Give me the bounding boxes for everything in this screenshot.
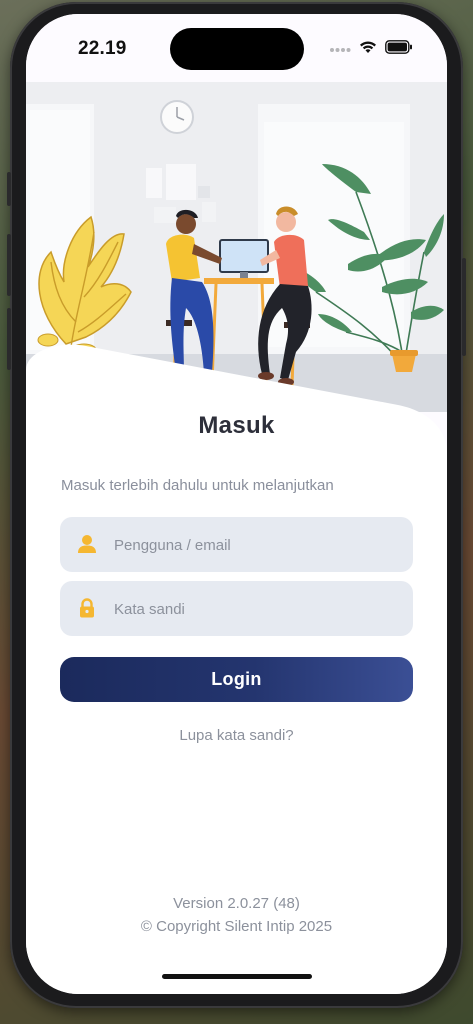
home-indicator[interactable] [162, 974, 312, 979]
user-icon [76, 533, 98, 555]
app-version: Version 2.0.27 (48) [173, 895, 300, 912]
page-title: Masuk [198, 412, 275, 439]
action-button [7, 172, 11, 206]
power-button [462, 258, 466, 356]
copyright-text: © Copyright Silent Intip 2025 [140, 918, 333, 935]
page-subtitle: Masuk terlebih dahulu untuk melanjutkan [61, 477, 334, 494]
lock-icon [76, 597, 98, 619]
forgot-password-link[interactable]: Lupa kata sandi? [26, 727, 447, 744]
login-form: Masuk Masuk terlebih dahulu untuk melanj… [26, 14, 447, 994]
login-button[interactable]: Login [60, 657, 413, 702]
volume-up-button [7, 234, 11, 296]
password-input[interactable] [112, 581, 406, 638]
username-input[interactable] [112, 517, 406, 574]
volume-down-button [7, 308, 11, 370]
app-screen: 22.19 Masuk Masuk terlebih dahulu untuk … [26, 14, 447, 994]
password-field[interactable] [60, 581, 413, 638]
username-field[interactable] [60, 517, 413, 574]
